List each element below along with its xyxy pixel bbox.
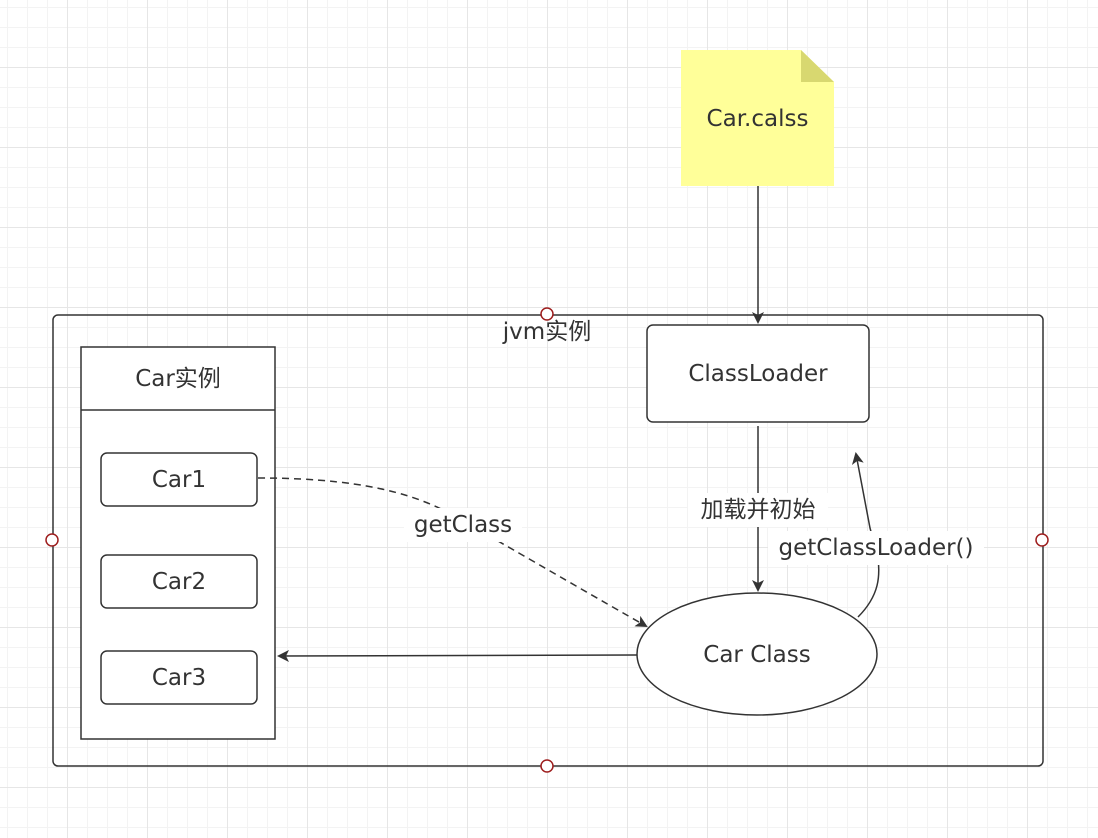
car2-label: Car2 <box>151 568 207 595</box>
edge-class-to-instances[interactable] <box>277 649 638 662</box>
edge-load-init-label: 加载并初始 <box>688 493 828 527</box>
car3-label: Car3 <box>151 664 207 691</box>
class-loader-label: ClassLoader <box>688 360 828 387</box>
selection-handle-right[interactable] <box>1035 533 1049 547</box>
edge-getclassloader-label: getClassLoader() <box>768 531 984 565</box>
file-note-label: Car.calss <box>706 105 809 132</box>
diagram-canvas <box>45 50 1049 773</box>
jvm-container-label: jvm实例 <box>502 318 592 345</box>
edge-car1-getclass[interactable] <box>257 477 648 627</box>
selection-handle-left[interactable] <box>45 533 59 547</box>
car-instances-header: Car实例 <box>135 365 221 392</box>
edge-getclass-label: getClass <box>404 508 522 542</box>
car-class-label: Car Class <box>703 641 811 668</box>
car1-label: Car1 <box>151 466 207 493</box>
selection-handle-bottom[interactable] <box>540 759 554 773</box>
